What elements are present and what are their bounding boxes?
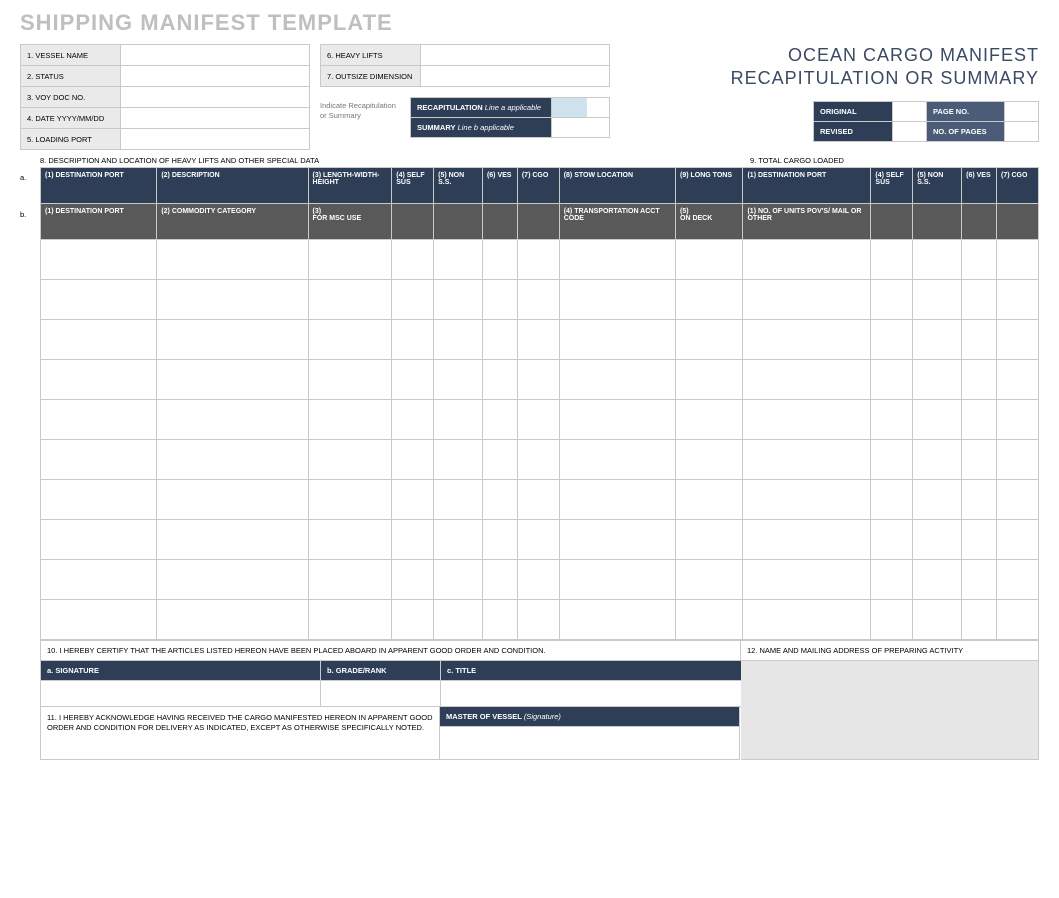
header-row-a: (1) DESTINATION PORT(2) DESCRIPTION(3) L… [41,168,1039,204]
field-status: 2. STATUS [21,66,121,86]
table-row[interactable] [41,360,1039,400]
master-signature-input[interactable] [440,727,740,760]
field-loading-port: 5. LOADING PORT [21,129,121,149]
recap-a-checkbox[interactable] [551,98,587,117]
table-row[interactable] [41,600,1039,640]
outsize-input[interactable] [421,72,609,80]
table-row[interactable] [41,520,1039,560]
master-label: MASTER OF VESSEL (Signature) [440,707,740,727]
page-no-input[interactable] [1004,102,1038,121]
sig-a-input[interactable] [41,681,321,707]
page-title: SHIPPING MANIFEST TEMPLATE [20,10,1039,36]
date-input[interactable] [121,114,309,122]
no-pages-input[interactable] [1004,122,1038,141]
sig-c-input[interactable] [441,681,741,707]
voy-doc-input[interactable] [121,93,309,101]
sig-c-label: c. TITLE [441,661,741,680]
sig-b-label: b. GRADE/RANK [321,661,441,680]
field-outsize: 7. OUTSIZE DIMENSION [321,66,421,86]
table-row[interactable] [41,280,1039,320]
sig-b-input[interactable] [321,681,441,707]
status-input[interactable] [121,72,309,80]
section-8-label: 8. DESCRIPTION AND LOCATION OF HEAVY LIF… [20,156,740,165]
field-date: 4. DATE YYYY/MM/DD [21,108,121,128]
doc-title-2: RECAPITULATION OR SUMMARY [620,67,1039,90]
manifest-table: (1) DESTINATION PORT(2) DESCRIPTION(3) L… [40,167,1039,640]
mid-fields: 6. HEAVY LIFTS 7. OUTSIZE DIMENSION Indi… [320,44,610,150]
original-checkbox[interactable] [892,102,926,121]
footer-12-label: 12. NAME AND MAILING ADDRESS OF PREPARIN… [741,641,1038,660]
loading-port-input[interactable] [121,135,309,143]
right-header: OCEAN CARGO MANIFEST RECAPITULATION OR S… [620,44,1039,150]
vessel-name-input[interactable] [121,51,309,59]
field-heavy-lifts: 6. HEAVY LIFTS [321,45,421,65]
footer-10-label: 10. I HEREBY CERTIFY THAT THE ARTICLES L… [41,641,741,660]
preparing-activity-input[interactable] [741,661,1039,760]
recap-line-a: RECAPITULATION Line a applicable [411,98,551,117]
status-original: ORIGINAL [814,102,892,121]
table-row[interactable] [41,560,1039,600]
sig-a-label: a. SIGNATURE [41,661,321,680]
table-row[interactable] [41,480,1039,520]
heavy-lifts-input[interactable] [421,51,609,59]
row-a-marker: a. [20,167,40,204]
revised-checkbox[interactable] [892,122,926,141]
left-fields: 1. VESSEL NAME 2. STATUS 3. VOY DOC NO. … [20,44,310,150]
recap-b-checkbox[interactable] [551,118,587,137]
header-row-b: (1) DESTINATION PORT(2) COMMODITY CATEGO… [41,204,1039,240]
field-vessel-name: 1. VESSEL NAME [21,45,121,65]
section-9-label: 9. TOTAL CARGO LOADED [740,156,1039,165]
status-page-no: PAGE NO. [926,102,1004,121]
field-voy-doc: 3. VOY DOC NO. [21,87,121,107]
status-revised: REVISED [814,122,892,141]
recap-indicate-label: Indicate Recapitulation or Summary [320,97,410,121]
table-row[interactable] [41,240,1039,280]
status-no-pages: NO. OF PAGES [926,122,1004,141]
doc-title-1: OCEAN CARGO MANIFEST [620,44,1039,67]
table-row[interactable] [41,440,1039,480]
table-row[interactable] [41,320,1039,360]
row-b-marker: b. [20,204,40,219]
recap-line-b: SUMMARY Line b applicable [411,118,551,137]
footer-11-label: 11. I HEREBY ACKNOWLEDGE HAVING RECEIVED… [40,707,440,760]
table-row[interactable] [41,400,1039,440]
